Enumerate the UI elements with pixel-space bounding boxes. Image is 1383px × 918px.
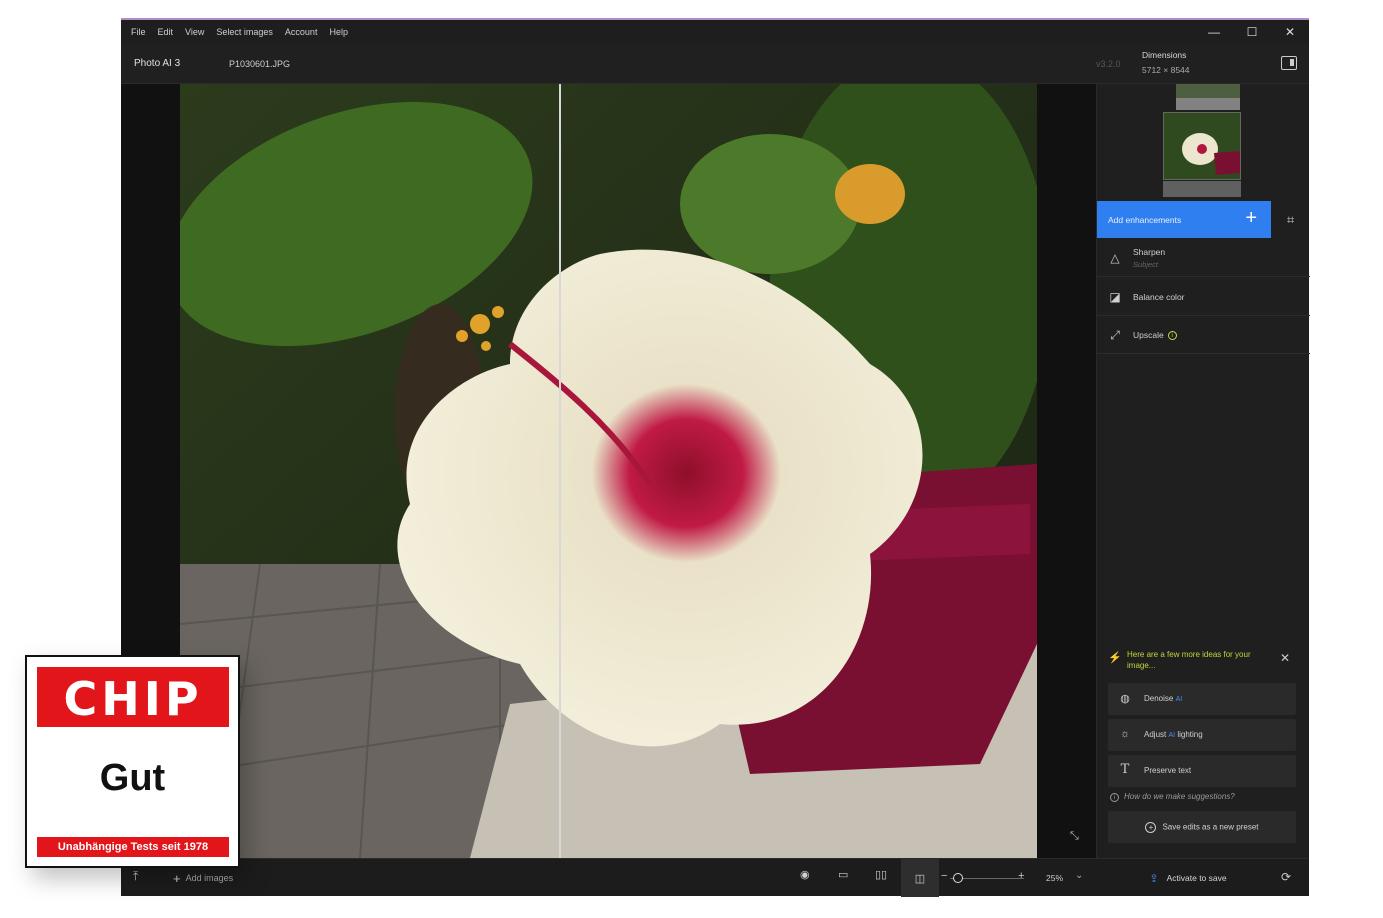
prev-thumbnail-image (1176, 84, 1240, 110)
sun-icon: ☼ (1119, 728, 1131, 740)
zoom-value[interactable]: 25% (1046, 873, 1063, 883)
enhancement-sharpen[interactable]: △ Sharpen Subject (1097, 239, 1310, 277)
add-enhancements-button[interactable]: Add enhancements + (1097, 201, 1271, 238)
plus-icon: + (1245, 207, 1257, 229)
zoom-in-icon[interactable]: + (1018, 870, 1024, 882)
single-view-icon[interactable]: ▭ (838, 868, 848, 881)
close-window-button[interactable]: ✕ (1271, 20, 1309, 44)
suggestion-text-suffix: lighting (1177, 730, 1203, 739)
enhancement-sublabel: Subject (1133, 260, 1159, 269)
balance-color-icon: ◪ (1109, 290, 1121, 304)
save-preset-button[interactable]: + Save edits as a new preset (1108, 811, 1296, 843)
suggestion-text: Adjust (1144, 730, 1167, 739)
current-thumbnail[interactable] (1163, 112, 1241, 180)
save-preset-label: Save edits as a new preset (1162, 822, 1259, 832)
chip-rating-badge: CHIP Gut Unabhängige Tests seit 1978 (25, 655, 240, 868)
enhancement-upscale[interactable]: ⤢ Upscale i (1097, 316, 1310, 354)
title-bar: Photo AI 3 P1030601.JPG v3.2.0 Dimension… (121, 44, 1309, 84)
ai-badge: AI (1175, 696, 1183, 703)
photo-preview (180, 84, 1037, 858)
add-images-label: Add images (185, 873, 234, 883)
activate-to-save-button[interactable]: ⇪ Activate to save (1096, 859, 1280, 897)
ai-badge: AI (1168, 732, 1176, 739)
comparison-split-line[interactable] (559, 84, 561, 858)
bottom-toolbar: ⤒ + Add images ◉ ▭ ▯▯ ◫ − + 25% ⌄ ⇪ Activa… (121, 858, 1309, 897)
maximize-button[interactable]: ☐ (1233, 20, 1271, 44)
ideas-text: Here are a few more ideas for your image… (1127, 650, 1251, 670)
text-icon: T (1120, 762, 1130, 777)
chip-brand: CHIP (63, 672, 203, 726)
dimensions-label: Dimensions (1142, 50, 1187, 60)
plus-icon: + (173, 871, 181, 886)
suggestion-denoise[interactable]: ◍ Denoise AI (1108, 683, 1296, 715)
version-label: v3.2.0 (1096, 59, 1121, 69)
menu-select-images[interactable]: Select images (216, 27, 273, 37)
zoom-out-icon[interactable]: − (941, 870, 947, 882)
image-canvas[interactable]: ⤡ (121, 84, 1096, 858)
minimize-button[interactable]: — (1195, 20, 1233, 44)
dimensions-value: 5712 × 8544 (1142, 65, 1190, 75)
menu-account[interactable]: Account (285, 27, 318, 37)
right-sidebar: Add enhancements + ⌗ △ Sharpen Subject ◪… (1096, 84, 1310, 858)
menu-view[interactable]: View (185, 27, 204, 37)
suggestion-text: Denoise (1144, 694, 1174, 703)
upscale-label: Upscale (1133, 330, 1164, 340)
upscale-icon: ⤢ (1110, 328, 1120, 342)
add-preset-icon: + (1145, 822, 1157, 833)
chip-logo: CHIP (37, 667, 229, 727)
suggestion-label: Adjust AI lighting (1144, 730, 1203, 739)
enhancement-balance-color[interactable]: ◪ Balance color (1097, 278, 1310, 316)
sync-icon[interactable]: ⟳ (1281, 870, 1291, 884)
menu-bar: File Edit View Select images Account Hel… (121, 20, 1309, 44)
preview-eye-icon[interactable]: ◉ (800, 868, 810, 881)
chevron-down-icon[interactable]: ⌄ (1075, 870, 1083, 881)
suggestion-text: Preserve text (1144, 766, 1192, 775)
app-window: File Edit View Select images Account Hel… (121, 18, 1310, 897)
chip-rating: Gut (99, 757, 166, 799)
current-thumbnail-image (1164, 113, 1240, 179)
triangle-icon: △ (1110, 251, 1120, 265)
share-icon: ⇪ (1149, 872, 1159, 885)
split-view-icon[interactable]: ◫ (901, 859, 939, 897)
lightning-icon: ⚡ (1108, 652, 1122, 664)
info-icon[interactable]: i (1167, 331, 1177, 341)
window-controls: — ☐ ✕ (1195, 20, 1309, 44)
menu-help[interactable]: Help (329, 27, 348, 37)
how-suggestions-link[interactable]: i How do we make suggestions? (1110, 792, 1235, 802)
chip-tagline: Unabhängige Tests seit 1978 (37, 837, 229, 857)
next-thumbnail[interactable] (1163, 181, 1241, 197)
add-images-button[interactable]: + Add images (173, 871, 233, 886)
app-title: Photo AI 3 (134, 58, 181, 69)
export-icon[interactable]: ⤒ (133, 869, 138, 884)
side-by-side-icon[interactable]: ▯▯ (875, 868, 887, 881)
suggestion-adjust-lighting[interactable]: ☼ Adjust AI lighting (1108, 719, 1296, 751)
activate-label: Activate to save (1166, 873, 1227, 883)
enhancement-label: Balance color (1133, 292, 1185, 302)
zoom-slider-handle[interactable] (953, 873, 964, 883)
globe-icon: ◍ (1120, 693, 1130, 705)
how-suggestions-text: How do we make suggestions? (1124, 792, 1235, 801)
file-name: P1030601.JPG (229, 59, 291, 69)
expand-icon[interactable]: ⤡ (1070, 830, 1079, 843)
enhancement-label: Upscale i (1133, 330, 1177, 341)
toggle-panel-icon[interactable] (1281, 56, 1297, 70)
add-enhancements-label: Add enhancements (1108, 215, 1182, 225)
menu-file[interactable]: File (131, 27, 146, 37)
enhancement-label: Sharpen (1133, 247, 1166, 257)
menu-edit[interactable]: Edit (158, 27, 174, 37)
suggestion-label: Denoise AI (1144, 694, 1182, 703)
question-icon: i (1110, 793, 1119, 802)
hibiscus-photo (180, 84, 1037, 858)
prev-thumbnail[interactable] (1176, 84, 1240, 110)
close-ideas-icon[interactable]: ✕ (1280, 651, 1290, 665)
suggestion-preserve-text[interactable]: T Preserve text (1108, 755, 1296, 787)
crop-icon[interactable]: ⌗ (1271, 201, 1310, 238)
